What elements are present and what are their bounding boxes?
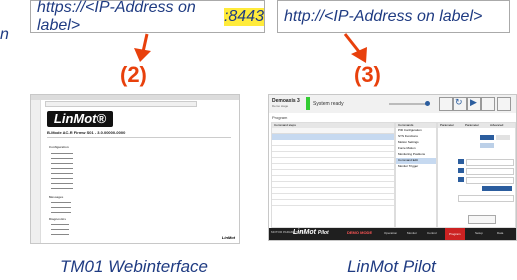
status-indicator — [306, 97, 310, 110]
param-input-3[interactable] — [466, 177, 514, 184]
browser-tabbar — [31, 95, 239, 100]
param-input-4[interactable] — [458, 195, 514, 202]
arrow-left-line — [141, 33, 149, 53]
https-url-box: https://<IP-Address on label> :8443 — [30, 0, 265, 34]
step-2-label: (2) — [120, 62, 147, 87]
param-field-3[interactable] — [458, 177, 464, 182]
commands-panel: Commands PID Configuration SYS Functions… — [395, 122, 437, 228]
browser-sidebar — [31, 100, 41, 243]
tab-advanced[interactable]: Advanced — [490, 123, 515, 128]
param-input-1[interactable] — [466, 159, 514, 166]
command-step-row[interactable] — [272, 200, 394, 206]
menu-button[interactable] — [497, 97, 511, 111]
play-icon: ▶ — [470, 97, 477, 107]
bottom-tab-control[interactable]: Control — [427, 231, 437, 235]
webif-diag-list — [51, 222, 69, 236]
tab-parameter[interactable]: Parameter — [438, 123, 465, 128]
bottom-tab-monitor[interactable]: Monitor — [407, 231, 417, 235]
step-button[interactable] — [481, 97, 495, 111]
pilot-drive-sub: Demo stage — [272, 104, 289, 108]
linmot-logo-banner: LinMot® — [47, 111, 113, 127]
param-input-2[interactable] — [466, 168, 514, 175]
param-field-2[interactable] — [458, 168, 464, 173]
webif-divider — [47, 137, 231, 138]
webif-section-messages[interactable]: Messages — [49, 195, 63, 199]
bottom-tab-data[interactable]: Data — [497, 231, 503, 235]
bottom-tab-program[interactable]: Program — [445, 228, 465, 240]
http-url-text: http://<IP-Address on label> — [284, 7, 483, 25]
pilot-screenshot: Demoaxis 3 Demo stage System ready ▶ ↻ P… — [268, 94, 517, 241]
arrow-right-line — [343, 33, 362, 54]
param-toggle-c[interactable] — [480, 143, 494, 148]
speed-slider[interactable] — [389, 103, 429, 105]
webif-config-list — [51, 151, 73, 191]
parameters-panel: Parameter Parameter Advanced — [437, 122, 516, 228]
webif-section-config[interactable]: Configuration — [49, 145, 69, 149]
step-3-label: (3) — [354, 62, 381, 87]
tab-parameter-2[interactable]: Parameter — [465, 123, 490, 128]
demo-mode-alert: DEMO MODE — [347, 230, 373, 235]
refresh-icon: ↻ — [455, 97, 463, 107]
webif-heading: B-Mode AC-R Firmw S01 - 3.0.00000-0000 — [47, 130, 126, 135]
pilot-brand-name: LinMot — [293, 229, 316, 236]
https-url-text: https://<IP-Address on label> — [37, 0, 196, 34]
port-highlight: :8443 — [223, 7, 264, 26]
http-url-box: http://<IP-Address on label> — [277, 0, 510, 33]
command-steps-table: Command steps — [271, 122, 395, 228]
webif-messages-list — [51, 200, 71, 215]
browser-addressbar[interactable] — [45, 101, 197, 107]
webinterface-screenshot: LinMot® B-Mode AC-R Firmw S01 - 3.0.0000… — [30, 94, 240, 244]
bottom-tab-operation[interactable]: Operation — [384, 231, 397, 235]
command-item[interactable]: Monitor Trigger — [396, 164, 436, 170]
speed-slider-knob[interactable] — [425, 101, 430, 106]
apply-button[interactable] — [468, 215, 496, 224]
webif-section-diagnostics[interactable]: Diagnostics — [49, 217, 66, 221]
pilot-brand-sub: Pilot — [317, 230, 329, 236]
bottom-tab-setup[interactable]: Setup — [475, 231, 483, 235]
param-toggle-a[interactable] — [480, 135, 494, 140]
webif-footer-logo: LinMot — [221, 235, 235, 240]
home-button[interactable] — [439, 97, 453, 111]
pilot-program-label: Program — [272, 115, 288, 120]
caption-webinterface: TM01 Webinterface — [59, 257, 209, 276]
caption-pilot: LinMot Pilot — [347, 257, 436, 276]
parameters-tabs: Parameter Parameter Advanced — [438, 123, 515, 128]
param-field-1[interactable] — [458, 159, 464, 164]
pilot-status-text: System ready — [313, 101, 344, 107]
pilot-brand: LinMot Pilot — [293, 229, 329, 236]
param-icon-row[interactable] — [482, 186, 512, 191]
stray-letter: n — [0, 26, 9, 43]
arrow-left-head — [134, 48, 151, 62]
param-toggle-b[interactable] — [496, 135, 510, 140]
